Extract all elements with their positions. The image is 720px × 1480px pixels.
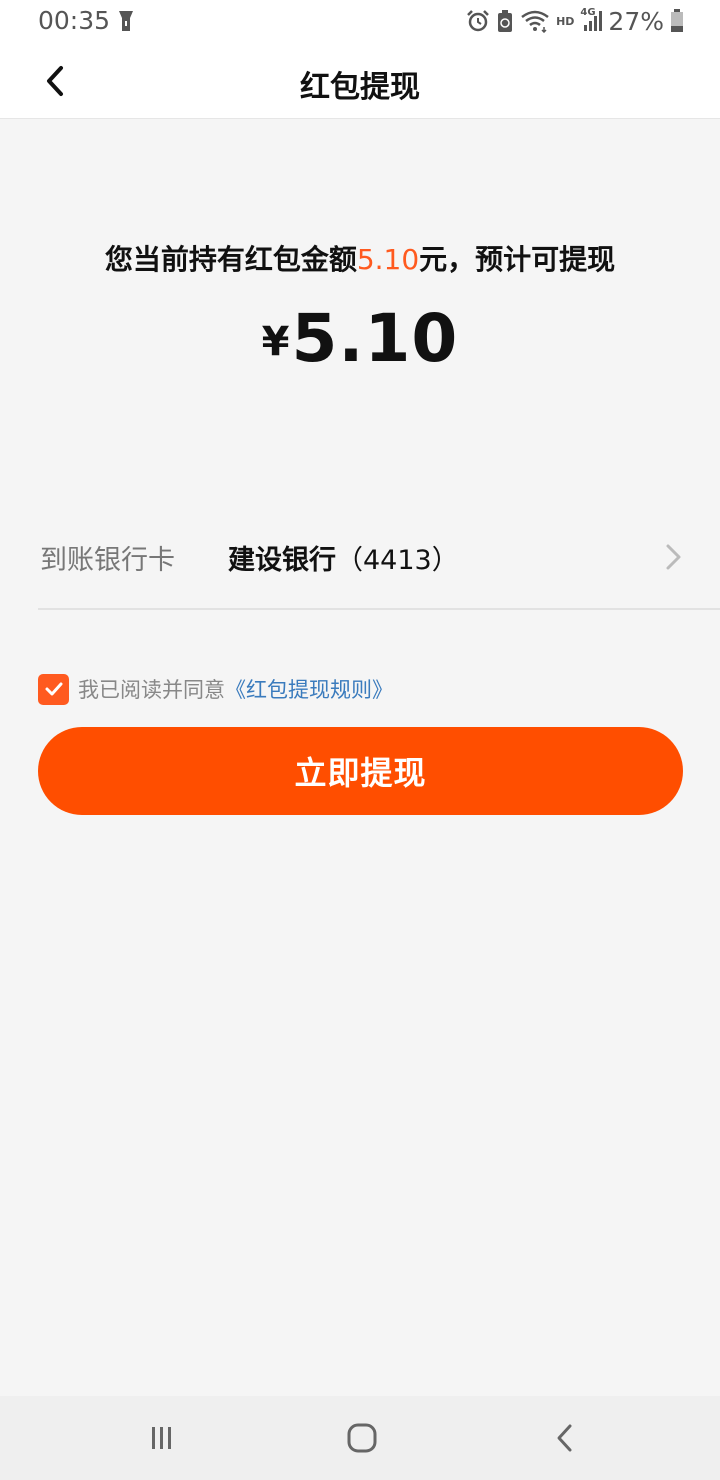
flashlight-icon	[119, 11, 133, 31]
recent-apps-icon	[152, 1427, 171, 1449]
balance-amount-highlight: 5.10	[356, 243, 420, 276]
status-icons: HD 4G 27%	[466, 6, 684, 36]
agreement-link[interactable]: 《红包提现规则》	[225, 674, 393, 704]
bank-card-label: 到账银行卡	[40, 545, 175, 576]
agreement-text: 我已阅读并同意	[78, 678, 225, 702]
status-time: 00:35	[38, 6, 111, 35]
home-button[interactable]	[342, 1418, 382, 1458]
amount-value: 5.10	[291, 300, 459, 377]
agreement-checkbox[interactable]	[38, 673, 69, 705]
battery-saver-icon	[498, 10, 513, 32]
status-bar: 00:35 HD 4G 27%	[0, 0, 720, 42]
card-suffix: （4413）	[336, 545, 459, 576]
recent-apps-button[interactable]	[142, 1418, 182, 1458]
withdraw-button[interactable]: 立即提现	[38, 727, 683, 815]
balance-prefix: 您当前持有红包金额	[104, 243, 357, 276]
chevron-right-icon	[666, 544, 681, 570]
alarm-icon	[467, 10, 489, 32]
home-icon	[347, 1423, 377, 1453]
agreement-row: 我已阅读并同意 《红包提现规则》	[38, 673, 393, 705]
bank-card-row[interactable]: 到账银行卡 建设银行（4413）	[38, 516, 720, 610]
signal-icon: 4G	[580, 7, 603, 33]
balance-description: 您当前持有红包金额5.10元，预计可提现	[0, 238, 720, 278]
screen: 00:35 HD 4G 27% 红包提现 您当前持有红包金额5.10元，预计可提…	[0, 0, 720, 1480]
wifi-icon	[521, 10, 549, 33]
battery-percent: 27%	[608, 6, 664, 36]
bank-card-value: 建设银行（4413）	[228, 538, 459, 577]
bank-name: 建设银行	[228, 545, 336, 576]
system-back-button[interactable]	[545, 1418, 585, 1458]
battery-icon	[671, 9, 683, 32]
withdraw-amount: ¥5.10	[0, 300, 720, 377]
hd-label: HD	[556, 14, 575, 28]
system-nav-bar	[0, 1396, 720, 1480]
nav-bar: 红包提现	[0, 42, 720, 119]
check-icon	[45, 682, 62, 696]
back-icon	[557, 1424, 572, 1452]
balance-suffix: 元，预计可提现	[419, 243, 616, 276]
page-title: 红包提现	[300, 70, 420, 105]
currency-symbol: ¥	[261, 319, 290, 365]
